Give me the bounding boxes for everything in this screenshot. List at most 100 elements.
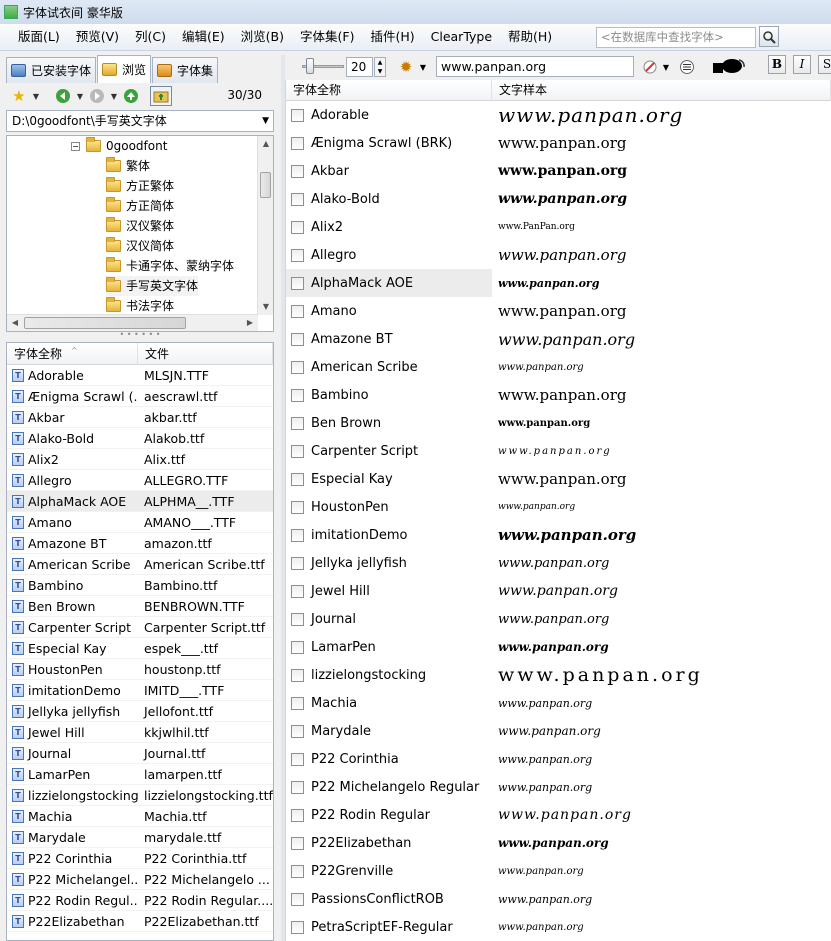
up-button[interactable] [120,86,142,106]
select-checkbox[interactable] [291,808,304,822]
list-item[interactable]: Amano www.panpan.org [286,297,831,325]
list-item[interactable]: Amazone BT www.panpan.org [286,325,831,353]
tree-horizontal-scrollbar[interactable]: ◀ ▶ [7,314,258,331]
table-row[interactable]: T Jewel Hill kkjwlhil.ttf [7,722,273,743]
select-checkbox[interactable] [291,668,304,682]
list-item[interactable]: Journal www.panpan.org [286,605,831,633]
select-checkbox[interactable] [291,108,304,122]
table-row[interactable]: T Adorable MLSJN.TTF [7,365,273,386]
select-checkbox[interactable] [291,220,304,234]
forward-button[interactable] [86,86,108,106]
table-row[interactable]: T Alako-Bold Alakob.ttf [7,428,273,449]
scroll-right-icon[interactable]: ▶ [242,315,258,331]
select-checkbox[interactable] [291,388,304,402]
column-header-font-name[interactable]: 字体全称 [286,80,492,101]
select-checkbox[interactable] [291,416,304,430]
list-view-button[interactable] [677,57,697,77]
table-row[interactable]: T Carpenter Script Carpenter Script.ttf [7,617,273,638]
list-item[interactable]: PetraScriptEF-Regular www.panpan.org [286,913,831,941]
settings-gear-button[interactable]: ✹ [397,57,415,77]
list-item[interactable]: Carpenter Script www.panpan.org [286,437,831,465]
tree-item-root[interactable]: − 0goodfont [71,136,167,156]
select-checkbox[interactable] [291,584,304,598]
select-checkbox[interactable] [291,780,304,794]
list-item[interactable]: Adorable www.panpan.org [286,101,831,129]
list-item[interactable]: Allegro www.panpan.org [286,241,831,269]
list-item[interactable]: P22Grenville www.panpan.org [286,857,831,885]
table-row[interactable]: T Ben Brown BENBROWN.TTF [7,596,273,617]
tree-item[interactable]: 方正繁体 [106,176,174,196]
list-item[interactable]: Alix2 www.PanPan.org [286,213,831,241]
table-row[interactable]: T Akbar akbar.ttf [7,407,273,428]
tree-item[interactable]: 汉仪简体 [106,236,174,256]
select-checkbox[interactable] [291,276,304,290]
select-checkbox[interactable] [291,752,304,766]
list-item[interactable]: LamarPen www.panpan.org [286,633,831,661]
table-row[interactable]: T Bambino Bambino.ttf [7,575,273,596]
tree-item[interactable]: 繁体 [106,156,150,176]
bold-button[interactable]: B [768,55,786,74]
settings-dropdown[interactable]: ▼ [417,57,429,77]
pane-splitter[interactable]: • • • • • • [6,331,274,340]
list-item[interactable]: Alako-Bold www.panpan.org [286,185,831,213]
scroll-down-icon[interactable]: ▼ [258,299,273,315]
select-checkbox[interactable] [291,248,304,262]
select-checkbox[interactable] [291,892,304,906]
select-checkbox[interactable] [291,612,304,626]
tree-item[interactable]: 汉仪繁体 [106,216,174,236]
list-item[interactable]: Akbar www.panpan.org [286,157,831,185]
clear-sample-button[interactable] [641,57,659,77]
menu-edit[interactable]: 编辑(E) [174,26,233,48]
list-item[interactable]: PassionsConflictROB www.panpan.org [286,885,831,913]
list-item[interactable]: Especial Kay www.panpan.org [286,465,831,493]
tree-item[interactable]: 卡通字体、蒙纳字体 [106,256,234,276]
font-size-input[interactable]: 20 [346,57,373,77]
list-item[interactable]: American Scribe www.panpan.org [286,353,831,381]
table-row[interactable]: T P22Elizabethan P22Elizabethan.ttf [7,911,273,932]
list-item[interactable]: Marydale www.panpan.org [286,717,831,745]
select-checkbox[interactable] [291,836,304,850]
select-checkbox[interactable] [291,696,304,710]
menu-layout[interactable]: 版面(L) [10,26,68,48]
list-item[interactable]: Jellyka jellyfish www.panpan.org [286,549,831,577]
select-checkbox[interactable] [291,528,304,542]
table-row[interactable]: TimitationDemo IMITD___.TTF [7,680,273,701]
list-item[interactable]: Machia www.panpan.org [286,689,831,717]
slider-handle[interactable] [306,58,314,74]
select-checkbox[interactable] [291,556,304,570]
tree-item[interactable]: 书法字体 [106,296,174,316]
favorites-button[interactable]: ★ [8,86,30,106]
table-row[interactable]: T Especial Kay espek___.ttf [7,638,273,659]
table-row[interactable]: T Amano AMANO___.TTF [7,512,273,533]
select-checkbox[interactable] [291,444,304,458]
tree-item[interactable]: 方正简体 [106,196,174,216]
refresh-folder-button[interactable] [150,86,172,106]
select-checkbox[interactable] [291,472,304,486]
search-button[interactable] [759,26,779,47]
select-checkbox[interactable] [291,640,304,654]
column-header-font-name[interactable]: 字体全称 ^ [7,343,138,365]
select-checkbox[interactable] [291,136,304,150]
select-checkbox[interactable] [291,724,304,738]
list-item[interactable]: AlphaMack AOE www.panpan.org [286,269,831,297]
table-row[interactable]: T Amazone BT amazon.ttf [7,533,273,554]
menu-browse[interactable]: 浏览(B) [233,26,292,48]
tab-font-sets[interactable]: 字体集 [152,57,219,83]
italic-button[interactable]: I [793,55,811,74]
color-picker-button[interactable] [710,57,748,77]
back-button[interactable] [52,86,74,106]
column-header-file[interactable]: 文件 [138,343,273,365]
select-checkbox[interactable] [291,164,304,178]
table-row[interactable]: T LamarPen lamarpen.ttf [7,764,273,785]
scroll-left-icon[interactable]: ◀ [7,315,23,331]
table-row[interactable]: T Machia Machia.ttf [7,806,273,827]
table-row[interactable]: T Marydale marydale.ttf [7,827,273,848]
table-row[interactable]: T Alix2 Alix.ttf [7,449,273,470]
column-header-sample[interactable]: 文字样本 [492,80,831,101]
list-item[interactable]: Jewel Hill www.panpan.org [286,577,831,605]
forward-dropdown[interactable]: ▼ [108,92,120,101]
list-item[interactable]: lizzielongstocking www.panpan.org [286,661,831,689]
list-item[interactable]: P22 Corinthia www.panpan.org [286,745,831,773]
tree-vertical-scrollbar[interactable]: ▲ ▼ [257,136,273,315]
font-size-stepper[interactable]: ▲ ▼ [374,57,386,77]
